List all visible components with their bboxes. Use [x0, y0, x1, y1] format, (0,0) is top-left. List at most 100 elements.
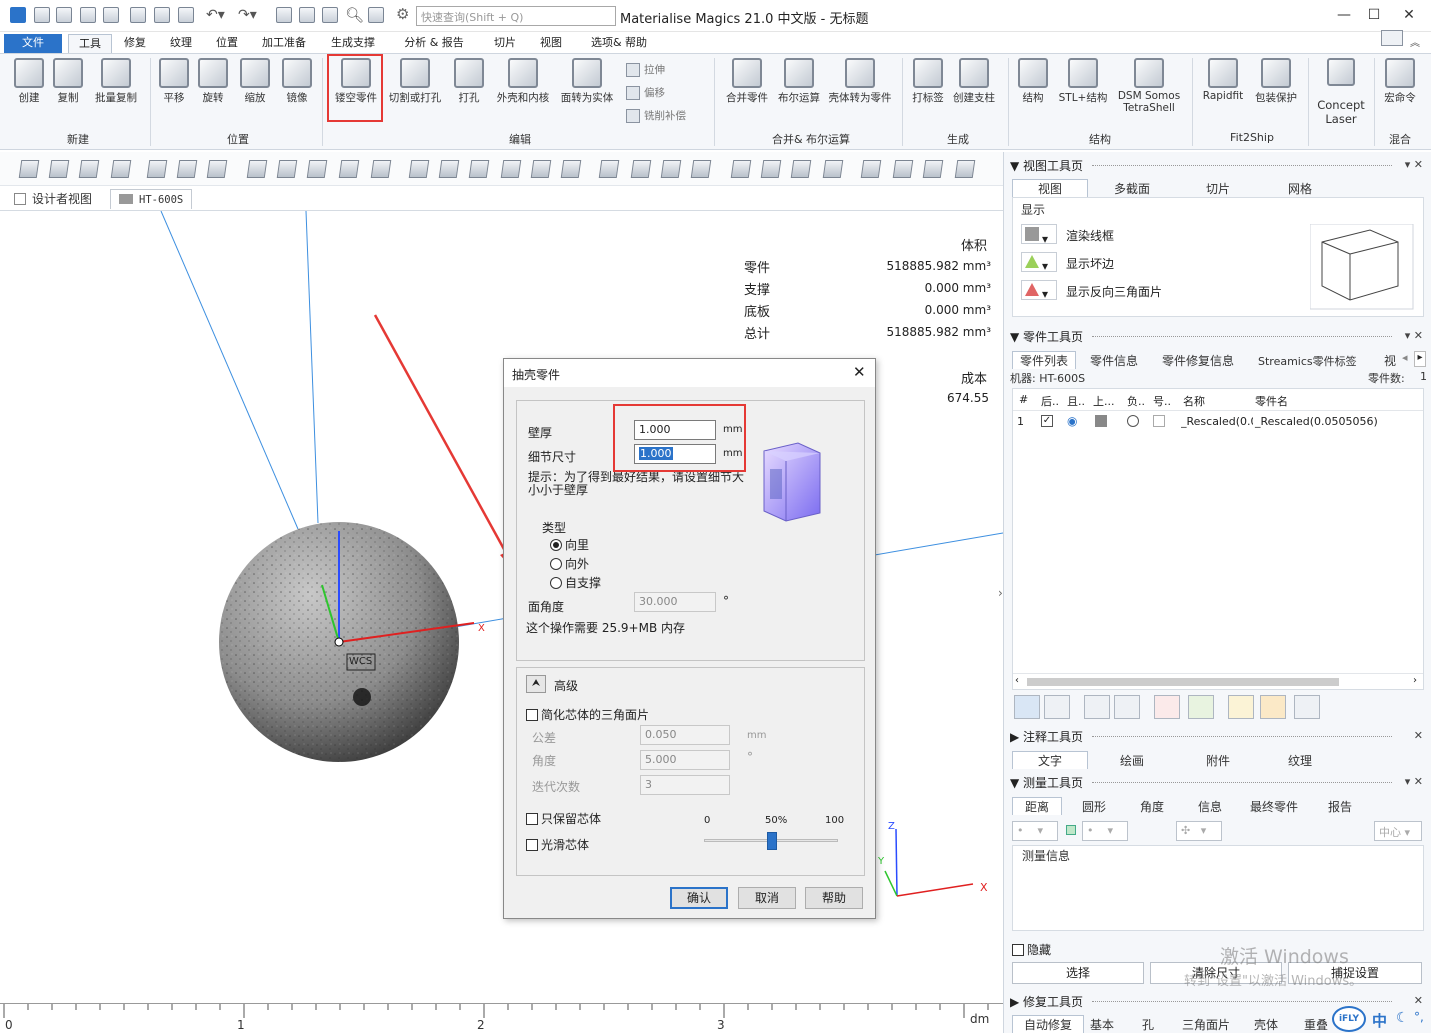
dsm-somos-button[interactable]: DSM Somos TetraShell	[1116, 58, 1182, 114]
tab-mesh[interactable]: 网格	[1288, 180, 1312, 198]
table-row[interactable]: 1 ✓ ◉ _Rescaled(0.0 _Rescaled(0.0505056)	[1013, 413, 1423, 431]
select-button[interactable]: 选择	[1012, 962, 1144, 984]
rotate-button[interactable]: 旋转	[196, 58, 230, 105]
tri-grow-icon[interactable]	[660, 160, 682, 178]
tab-overlap[interactable]: 重叠	[1304, 1016, 1328, 1033]
ime-mode-label[interactable]: 中	[1372, 1010, 1387, 1031]
repair-toolpage-header[interactable]: ▶ 修复工具页	[1010, 993, 1393, 1011]
minimize-icon[interactable]: —	[1330, 4, 1358, 26]
layout-icon[interactable]	[1381, 30, 1403, 46]
tab-file[interactable]: 文件	[4, 34, 62, 53]
concept-laser-button[interactable]: Concept Laser	[1316, 58, 1366, 126]
wheel-cut-icon[interactable]	[370, 160, 392, 178]
group-parts-icon[interactable]	[1114, 695, 1140, 719]
tab-triangles[interactable]: 三角面片	[1182, 1016, 1230, 1033]
view-front-icon[interactable]	[408, 160, 430, 178]
export-icon[interactable]	[154, 7, 170, 23]
smooth-slider-track[interactable]	[704, 832, 838, 850]
cut-punch-button[interactable]: 切割或打孔	[386, 58, 444, 105]
keep-core-check-box[interactable]	[526, 813, 538, 825]
part-list-table[interactable]: # 后.. 且.. 上... 负.. 号.. 名称 零件名 1 ✓ ◉ _Res…	[1012, 388, 1424, 690]
row-visible-checkbox[interactable]: ✓	[1041, 415, 1053, 427]
cancel-button[interactable]: 取消	[738, 887, 796, 909]
select-path-icon[interactable]	[206, 160, 228, 178]
macro-button[interactable]: 宏命令	[1380, 58, 1420, 105]
select-sphere-icon[interactable]	[110, 160, 132, 178]
boolean-button[interactable]: 布尔运算	[775, 58, 823, 105]
row-color-icon[interactable]	[1095, 415, 1107, 427]
part-settings-icon[interactable]	[1294, 695, 1320, 719]
tabs-scroll-right-icon[interactable]: ▸	[1414, 351, 1426, 367]
angle-input[interactable]: 5.000	[640, 750, 730, 770]
type-option-inward[interactable]: 向里	[550, 536, 589, 553]
tab-tools[interactable]: 工具	[68, 34, 112, 53]
simplify-check-box[interactable]	[526, 709, 538, 721]
tab-generate-support[interactable]: 生成支撑	[325, 34, 381, 53]
annotation-toolpage-close-icon[interactable]: ✕	[1414, 729, 1423, 742]
erase-icon[interactable]	[954, 160, 976, 178]
measure-icon[interactable]	[368, 7, 384, 23]
package-protect-button[interactable]: 包装保护	[1252, 58, 1300, 105]
iterations-input[interactable]: 3	[640, 775, 730, 795]
tab-part-info[interactable]: 零件信息	[1090, 352, 1138, 370]
col-eye[interactable]: 且..	[1067, 393, 1085, 409]
dialog-close-icon[interactable]: ✕	[853, 363, 866, 381]
view-back-icon[interactable]	[438, 160, 460, 178]
tab-distance[interactable]: 距离	[1012, 797, 1062, 815]
smooth-core-checkbox[interactable]: 光滑芯体	[526, 836, 589, 853]
tab-angle[interactable]: 角度	[1140, 798, 1164, 816]
tab-options-help[interactable]: 选项& 帮助	[584, 34, 654, 53]
hide-check-box[interactable]	[1012, 944, 1024, 956]
tab-designer-view[interactable]: 设计者视图	[14, 189, 92, 209]
col-color[interactable]: 上...	[1093, 393, 1115, 409]
part-color-icon[interactable]	[1188, 695, 1214, 719]
measure-axis-dropdown[interactable]: ✣ ▾	[1176, 821, 1222, 841]
collapse-ribbon-icon[interactable]: ︽	[1410, 34, 1420, 49]
tab-view[interactable]: 视图	[534, 34, 568, 53]
measure-toolpage-header[interactable]: ▼ 测量工具页	[1010, 774, 1393, 792]
center-dropdown[interactable]: 中心 ▾	[1374, 821, 1422, 841]
tab-attachment[interactable]: 附件	[1206, 752, 1230, 770]
export-part-icon[interactable]	[1228, 695, 1254, 719]
delete-part-icon[interactable]	[1154, 695, 1180, 719]
view-cube-icon[interactable]	[1310, 224, 1414, 310]
tolerance-input[interactable]: 0.050	[640, 725, 730, 745]
measure-point-dropdown[interactable]: • ▾	[1012, 821, 1058, 841]
view-left-icon[interactable]	[468, 160, 490, 178]
measure-mode-icon[interactable]	[1066, 825, 1076, 835]
close-icon[interactable]: ✕	[1395, 4, 1423, 26]
select-shell-icon[interactable]	[78, 160, 100, 178]
help-button[interactable]: 帮助	[805, 887, 863, 909]
tab-text[interactable]: 文字	[1012, 751, 1088, 769]
advanced-collapse-icon[interactable]: ⮝	[526, 675, 546, 693]
show-inverted-triangles-dropdown[interactable]: ▾	[1021, 280, 1057, 301]
tab-basic[interactable]: 基本	[1090, 1016, 1114, 1033]
rapidfit-button[interactable]: Rapidfit	[1200, 58, 1246, 102]
mark-shell-icon[interactable]	[760, 160, 782, 178]
tri-select-icon[interactable]	[598, 160, 620, 178]
settings-gear-icon[interactable]: ⚙	[396, 5, 409, 23]
scroll-right-icon[interactable]: ›	[1413, 675, 1417, 686]
tab-hole[interactable]: 孔	[1142, 1016, 1154, 1033]
unmark-icon[interactable]	[922, 160, 944, 178]
tab-position[interactable]: 位置	[210, 34, 244, 53]
scroll-left-icon[interactable]: ‹	[1015, 675, 1019, 686]
tab-analysis-report[interactable]: 分析 & 报告	[400, 34, 468, 53]
scroll-thumb[interactable]	[1027, 678, 1339, 686]
offset-button[interactable]: 偏移	[626, 85, 665, 100]
copy-parts-icon[interactable]	[1084, 695, 1110, 719]
quick-search-input[interactable]: 快速查询(Shift + Q)	[416, 6, 616, 26]
label-button[interactable]: 打标签	[910, 58, 946, 105]
col-part-name[interactable]: 零件名	[1255, 393, 1288, 409]
shell-to-part-button[interactable]: 壳体转为零件	[826, 58, 894, 105]
extrude-button[interactable]: 拉伸	[626, 62, 665, 77]
ifly-ime-icon[interactable]: iFLY	[1332, 1006, 1366, 1032]
save-icon[interactable]	[80, 7, 96, 23]
tri-invert-icon[interactable]	[630, 160, 652, 178]
view-icon[interactable]	[322, 7, 338, 23]
marker-icon[interactable]	[246, 160, 268, 178]
wheel-icon[interactable]	[338, 160, 360, 178]
brush-icon[interactable]	[276, 160, 298, 178]
view-top-icon[interactable]	[530, 160, 552, 178]
part-list-hscroll[interactable]: ‹ ›	[1013, 673, 1423, 689]
